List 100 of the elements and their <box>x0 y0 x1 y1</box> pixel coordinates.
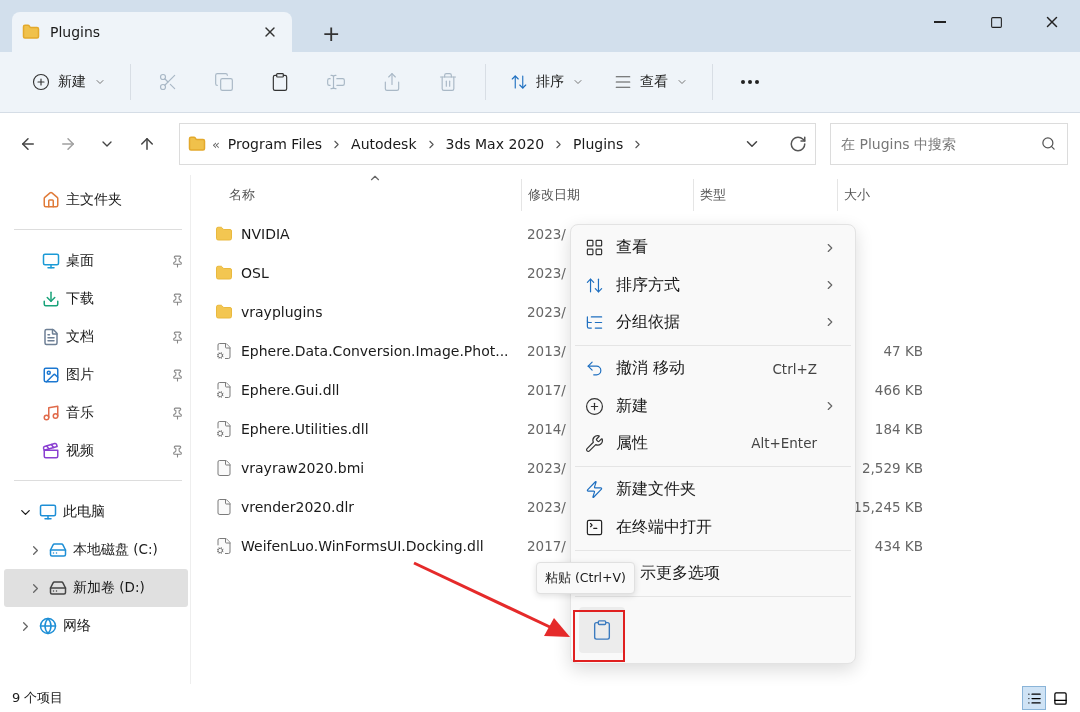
pin-icon[interactable] <box>171 444 184 458</box>
panel-icon <box>1052 690 1068 706</box>
tab[interactable]: Plugins <box>12 12 292 52</box>
computer-icon <box>39 503 57 521</box>
size-cell-text: 47 KB <box>882 342 924 359</box>
pin-icon[interactable] <box>171 406 184 420</box>
menu-item[interactable]: 撤消 移动 Ctrl+Z <box>571 350 855 388</box>
grid-icon <box>585 238 604 258</box>
column-header[interactable]: 修改日期 <box>521 178 693 211</box>
refresh-icon[interactable] <box>789 135 807 153</box>
size-cell-text: 184 KB <box>873 420 924 437</box>
overflow-button[interactable]: « <box>211 136 220 152</box>
sidebar-item[interactable]: 主文件夹 <box>4 181 188 219</box>
minimize-icon <box>934 21 946 23</box>
lines-icon <box>614 73 632 91</box>
pin-icon[interactable] <box>171 368 184 382</box>
tab-title: Plugins <box>50 24 102 40</box>
drive-icon <box>49 579 67 597</box>
paste-button[interactable] <box>579 606 625 653</box>
picture-icon <box>42 366 60 384</box>
view-button[interactable]: 查看 <box>602 62 700 102</box>
item-count: 9 个项目 <box>12 689 64 707</box>
folder-icon <box>215 224 233 243</box>
folder-icon <box>22 23 40 41</box>
sidebar-item[interactable]: 音乐 <box>4 394 188 432</box>
column-header[interactable]: 大小 <box>837 178 931 211</box>
sort-icon <box>585 275 604 295</box>
sidebar-item[interactable]: 新加卷 (D:) <box>4 569 188 607</box>
new-button[interactable]: 新建 <box>20 62 118 102</box>
plus-circle-icon <box>32 73 50 91</box>
sidebar-item[interactable]: 本地磁盘 (C:) <box>4 531 188 569</box>
paste-icon <box>591 618 613 641</box>
music-icon <box>42 404 60 422</box>
scissors-icon <box>158 72 178 92</box>
terminal-icon <box>585 517 604 537</box>
share-icon <box>382 72 402 92</box>
file-name[interactable]: Ephere.Utilities.dll <box>215 419 521 438</box>
breadcrumb[interactable]: 3ds Max 2020 <box>443 136 547 152</box>
column-header[interactable]: 类型 <box>693 178 837 211</box>
paste-icon <box>270 72 290 92</box>
folder-icon <box>215 302 233 321</box>
sidebar-item[interactable]: 文档 <box>4 318 188 356</box>
date-cell-text: 2023/ <box>526 264 567 281</box>
video-icon <box>42 442 60 460</box>
file-name[interactable]: Ephere.Data.Conversion.Image.Phot... <box>215 341 521 360</box>
maximize-icon <box>989 15 1003 29</box>
pin-icon[interactable] <box>171 330 184 344</box>
ellipsis-icon <box>741 80 759 84</box>
file-icon <box>215 497 233 516</box>
sidebar-item[interactable]: 视频 <box>4 432 188 470</box>
breadcrumb[interactable]: Autodesk <box>349 136 419 152</box>
menu-item[interactable]: 排序方式 <box>571 266 855 304</box>
file-gear-icon <box>215 536 233 555</box>
plus-circle-icon <box>585 396 604 416</box>
date-cell-text: 2023/ <box>526 225 567 242</box>
drive-icon <box>49 541 67 559</box>
breadcrumb[interactable]: Program Files <box>225 136 325 152</box>
size-cell-text: 15,245 KB <box>852 498 924 515</box>
date-cell-text: 2017/ <box>526 381 567 398</box>
sidebar-item[interactable]: 此电脑 <box>4 493 188 531</box>
pin-icon[interactable] <box>171 292 184 306</box>
download-icon <box>42 290 60 308</box>
folder-icon <box>187 135 206 153</box>
date-cell-text: 2023/ <box>526 303 567 320</box>
sidebar-item[interactable]: 图片 <box>4 356 188 394</box>
file-name[interactable]: Ephere.Gui.dll <box>215 380 521 399</box>
date-cell-text: 2013/ <box>526 342 567 359</box>
menu-item[interactable]: 在终端中打开 <box>571 508 855 546</box>
bolt-icon <box>585 480 604 500</box>
rename-icon <box>326 72 346 92</box>
file-name[interactable]: vrayraw2020.bmi <box>215 458 521 477</box>
date-cell-text: 2023/ <box>526 459 567 476</box>
file-icon <box>215 458 233 477</box>
file-gear-icon <box>215 380 233 399</box>
new-tab-button[interactable]: + <box>316 21 347 46</box>
breadcrumb[interactable]: Plugins <box>571 136 626 152</box>
menu-item[interactable]: 分组依据 <box>571 303 855 342</box>
details-view-button[interactable] <box>1022 686 1046 710</box>
address-bar[interactable]: « Program Files Autodesk 3ds Max 2020 Plugins <box>178 123 816 165</box>
file-name[interactable]: vrayplugins <box>215 302 521 321</box>
size-cell-text: 2,529 KB <box>860 459 924 476</box>
search-field[interactable]: 在 Plugins 中搜索 <box>830 123 1068 165</box>
wrench-icon <box>585 433 604 453</box>
sidebar-item[interactable]: 下载 <box>4 280 188 318</box>
sidebar-item[interactable]: 网络 <box>4 607 188 645</box>
network-icon <box>39 617 57 635</box>
file-name[interactable]: vrender2020.dlr <box>215 497 521 516</box>
pin-icon[interactable] <box>171 254 184 268</box>
menu-item[interactable]: 新建文件夹 <box>571 471 855 509</box>
file-name[interactable]: WeifenLuo.WinFormsUI.Docking.dll <box>215 536 521 555</box>
list-icon <box>1026 690 1042 706</box>
sort-button[interactable]: 排序 <box>498 62 596 102</box>
file-name[interactable]: NVIDIA <box>215 224 521 243</box>
column-header[interactable]: 名称 <box>215 178 521 211</box>
menu-item[interactable]: 新建 <box>571 387 855 425</box>
folder-icon <box>215 263 233 282</box>
menu-item[interactable]: 查看 <box>571 229 855 267</box>
sidebar-item[interactable]: 桌面 <box>4 242 188 280</box>
file-name[interactable]: OSL <box>215 263 521 282</box>
menu-item[interactable]: 属性 Alt+Enter <box>571 424 855 463</box>
